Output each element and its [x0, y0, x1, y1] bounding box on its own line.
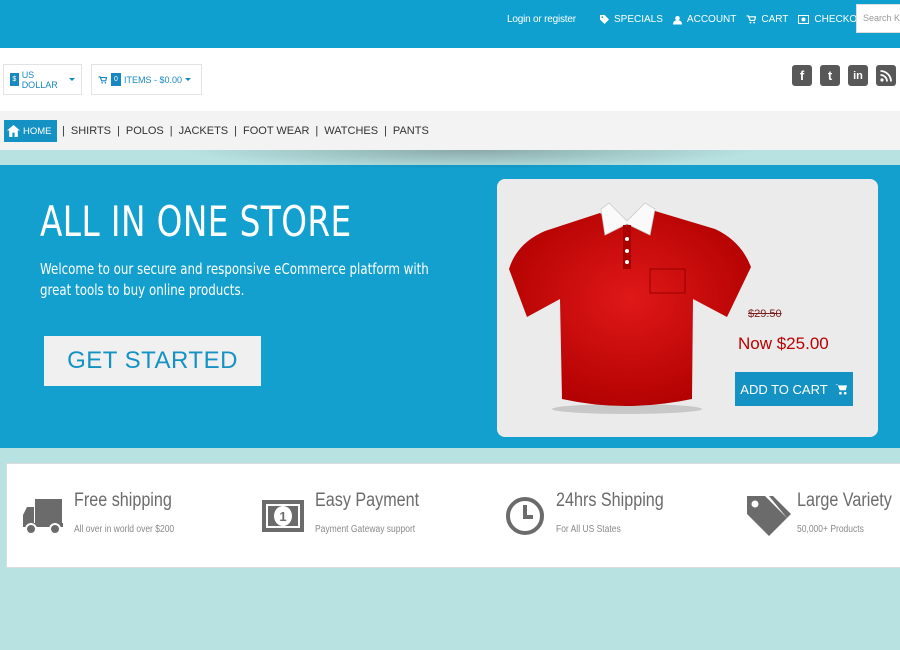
hero-title: ALL IN ONE STORE: [40, 197, 352, 246]
checkout-icon: [798, 15, 810, 24]
old-price: $29.50: [748, 308, 782, 320]
get-started-button[interactable]: GET STARTED: [44, 336, 261, 386]
menu-item-watches[interactable]: WATCHES: [324, 125, 378, 137]
search-input[interactable]: Search Ke: [856, 4, 900, 33]
home-icon: [7, 125, 20, 137]
currency-label: US DOLLAR: [21, 69, 58, 90]
specials-label: SPECIALS: [614, 14, 663, 25]
cart-summary: ITEMS - $0.00: [124, 74, 183, 85]
top-bar: Login or register SPECIALS ACCOUNT CART …: [0, 0, 900, 48]
facebook-icon[interactable]: f: [792, 65, 812, 86]
cart-dropdown[interactable]: 0 ITEMS - $0.00: [91, 64, 202, 95]
menu-home-label: HOME: [23, 125, 52, 137]
money-icon: 1: [262, 500, 304, 532]
user-icon: [672, 15, 682, 24]
banner-shadow: [180, 150, 760, 170]
cart-count: 0: [111, 73, 121, 86]
product-card: $29.50 Now $25.00 ADD TO CART: [497, 179, 878, 437]
cart-label: CART: [761, 14, 789, 25]
twitter-icon[interactable]: t: [820, 65, 840, 86]
feature-subtitle: For All US States: [556, 524, 621, 535]
menu-item-pants[interactable]: PANTS: [393, 125, 429, 137]
currency-dropdown[interactable]: $ US DOLLAR: [3, 64, 82, 95]
menu-item-shirts[interactable]: SHIRTS: [71, 125, 111, 137]
feature-large-variety: Large Variety 50,000+ Products: [745, 464, 900, 567]
add-to-cart-label: ADD TO CART: [740, 381, 828, 397]
tag-icon: [600, 15, 609, 24]
account-link[interactable]: ACCOUNT: [672, 14, 737, 25]
features-strip: Free shipping All over in world over $20…: [6, 463, 900, 568]
menu-item-foot-wear[interactable]: FOOT WEAR: [243, 125, 309, 137]
account-label: ACCOUNT: [686, 14, 737, 25]
hero-banner: ALL IN ONE STORE Welcome to our secure a…: [0, 165, 900, 448]
feature-easy-payment: 1 Easy Payment Payment Gateway support: [261, 464, 491, 567]
top-nav: SPECIALS ACCOUNT CART CHECKOUT: [600, 14, 881, 25]
tags-icon: [747, 496, 791, 536]
chevron-down-icon: [185, 78, 192, 81]
feature-title: 24hrs Shipping: [556, 490, 664, 511]
cart-link[interactable]: CART: [746, 14, 788, 25]
feature-subtitle: Payment Gateway support: [315, 524, 416, 535]
cart-icon: [98, 75, 107, 84]
menu-items: | SHIRTS | POLOS | JACKETS | FOOT WEAR |…: [62, 125, 429, 137]
current-price: Now $25.00: [738, 334, 829, 353]
menu-home[interactable]: HOME: [4, 120, 57, 142]
polo-shirt-image[interactable]: [505, 199, 755, 419]
main-menu: HOME | SHIRTS | POLOS | JACKETS | FOOT W…: [0, 111, 900, 150]
truck-icon: [23, 499, 63, 535]
menu-item-polos[interactable]: POLOS: [126, 125, 164, 137]
rss-icon[interactable]: [876, 65, 896, 86]
add-to-cart-button[interactable]: ADD TO CART: [735, 372, 853, 406]
feature-24hrs-shipping: 24hrs Shipping For All US States: [505, 464, 735, 567]
feature-title: Large Variety: [797, 490, 892, 511]
cart-icon: [834, 384, 847, 395]
menu-item-jackets[interactable]: JACKETS: [179, 125, 229, 137]
svg-text:1: 1: [279, 509, 286, 524]
social-links: f t in: [792, 65, 896, 86]
currency-symbol: $: [10, 73, 19, 86]
feature-title: Free shipping: [74, 490, 172, 511]
login-register-link[interactable]: Login or register: [507, 14, 576, 25]
linkedin-icon[interactable]: in: [848, 65, 868, 86]
feature-subtitle: 50,000+ Products: [797, 524, 864, 535]
cart-icon: [746, 15, 757, 24]
feature-title: Easy Payment: [315, 490, 420, 511]
feature-subtitle: All over in world over $200: [74, 524, 175, 535]
feature-free-shipping: Free shipping All over in world over $20…: [21, 464, 251, 567]
rss-glyph: [880, 69, 892, 82]
utility-bar: $ US DOLLAR 0 ITEMS - $0.00 f t in: [0, 48, 900, 111]
specials-link[interactable]: SPECIALS: [600, 14, 663, 25]
clock-icon: [506, 497, 544, 535]
chevron-down-icon: [69, 78, 75, 81]
hero-description: Welcome to our secure and responsive eCo…: [40, 260, 429, 299]
